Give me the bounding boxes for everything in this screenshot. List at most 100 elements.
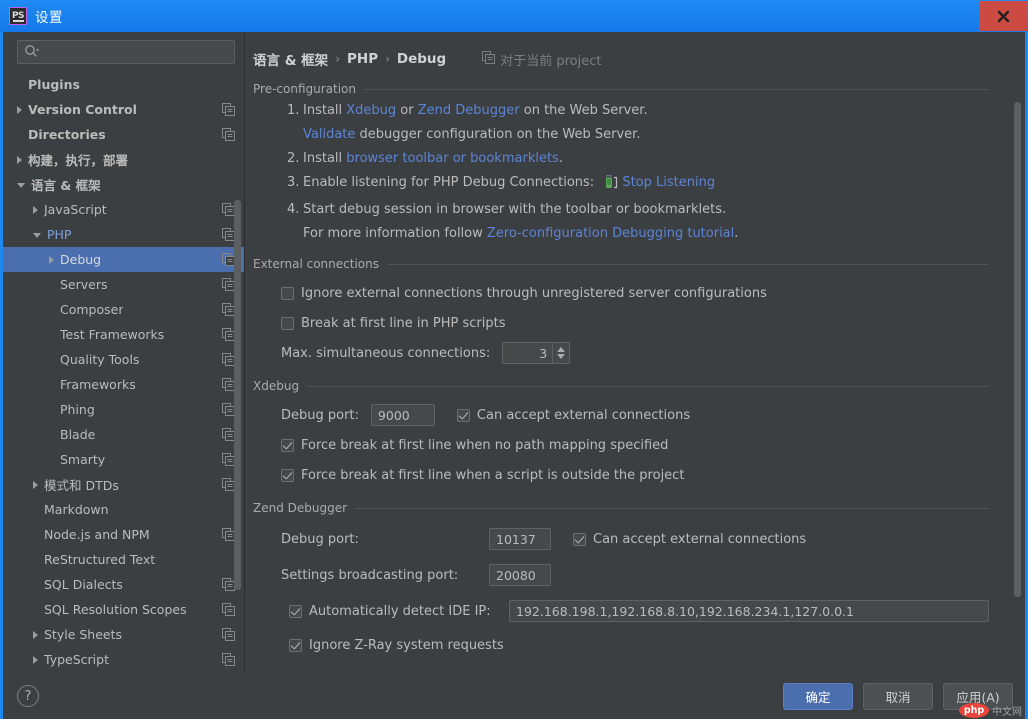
sidebar-item-label: Composer bbox=[60, 302, 124, 317]
sidebar-item-markdown[interactable]: Markdown bbox=[3, 497, 244, 522]
chevron-right-icon[interactable] bbox=[33, 205, 38, 214]
max-connections-row: Max. simultaneous connections: bbox=[253, 341, 989, 365]
stepper-up-icon[interactable] bbox=[557, 347, 566, 352]
ignore-unregistered-checkbox[interactable] bbox=[281, 286, 294, 300]
zend-can-accept-checkbox[interactable] bbox=[573, 532, 586, 546]
sidebar-item-javascript[interactable]: JavaScript bbox=[3, 197, 244, 222]
sidebar-item-label: JavaScript bbox=[44, 202, 107, 217]
copy-icon bbox=[222, 128, 235, 144]
max-connections-stepper[interactable] bbox=[502, 342, 571, 364]
cancel-button[interactable]: 取消 bbox=[863, 682, 933, 710]
sidebar-item-label: Node.js and NPM bbox=[44, 527, 150, 542]
stepper-down-icon[interactable] bbox=[557, 354, 566, 359]
tree-scrollbar[interactable] bbox=[234, 200, 241, 590]
sidebar-item-composer[interactable]: Composer bbox=[3, 297, 244, 322]
sidebar-item-plugins[interactable]: Plugins bbox=[3, 72, 244, 97]
sidebar-item-label: Version Control bbox=[28, 102, 137, 117]
sidebar-item-restructured-text[interactable]: ReStructured Text bbox=[3, 547, 244, 572]
sidebar-item-[interactable]: 语言 & 框架 bbox=[3, 172, 244, 197]
sidebar-item-label: Markdown bbox=[44, 502, 109, 517]
tutorial-line: For more information follow Zero-configu… bbox=[253, 225, 989, 243]
close-button[interactable] bbox=[979, 1, 1027, 31]
sidebar-item-test-frameworks[interactable]: Test Frameworks bbox=[3, 322, 244, 347]
sidebar-item-directories[interactable]: Directories bbox=[3, 122, 244, 147]
search-input[interactable] bbox=[44, 42, 234, 62]
sidebar-item-servers[interactable]: Servers bbox=[3, 272, 244, 297]
sidebar-item-smarty[interactable]: Smarty bbox=[3, 447, 244, 472]
watermark-logo: php bbox=[959, 703, 989, 718]
breadcrumb-item-1[interactable]: PHP bbox=[347, 51, 378, 67]
copy-icon bbox=[222, 628, 235, 644]
sidebar-item-sql-dialects[interactable]: SQL Dialects bbox=[3, 572, 244, 597]
sidebar-item-dtds[interactable]: 模式和 DTDs bbox=[3, 472, 244, 497]
breadcrumb: 语言 & 框架 › PHP › Debug 对于当前 project bbox=[245, 42, 1025, 70]
chevron-right-icon[interactable] bbox=[17, 155, 22, 164]
zend-debug-port-input[interactable] bbox=[489, 528, 551, 550]
chevron-right-icon[interactable] bbox=[33, 630, 38, 639]
xdebug-force-break-no-mapping-checkbox[interactable] bbox=[281, 438, 294, 452]
sidebar-item-style-sheets[interactable]: Style Sheets bbox=[3, 622, 244, 647]
sidebar-item-frameworks[interactable]: Frameworks bbox=[3, 372, 244, 397]
window-title: 设置 bbox=[35, 10, 63, 26]
sidebar-item-version-control[interactable]: Version Control bbox=[3, 97, 244, 122]
zend-debugger-link[interactable]: Zend Debugger bbox=[418, 103, 520, 118]
phpstorm-icon: PS bbox=[9, 7, 27, 25]
zend-debugger-header: Zend Debugger bbox=[253, 501, 989, 515]
chevron-right-icon[interactable] bbox=[33, 655, 38, 664]
zend-detected-ip-input[interactable] bbox=[509, 600, 989, 622]
xdebug-can-accept-checkbox[interactable] bbox=[456, 408, 470, 422]
max-connections-input[interactable] bbox=[503, 343, 553, 363]
chevron-right-icon[interactable] bbox=[33, 480, 38, 489]
browser-toolbar-link[interactable]: browser toolbar or bookmarklets bbox=[346, 151, 559, 166]
sidebar-item-blade[interactable]: Blade bbox=[3, 422, 244, 447]
search-container bbox=[3, 32, 244, 70]
sidebar-item-[interactable]: 构建，执行，部署 bbox=[3, 147, 244, 172]
xdebug-force-break-outside-checkbox[interactable] bbox=[281, 468, 294, 482]
break-first-line-checkbox[interactable] bbox=[281, 316, 294, 330]
zend-can-accept-label: Can accept external connections bbox=[593, 531, 807, 547]
validate-text: debugger configuration on the Web Server… bbox=[355, 127, 641, 142]
close-icon bbox=[997, 10, 1009, 22]
zend-debug-port-label: Debug port: bbox=[281, 531, 359, 547]
step-number: 4. bbox=[287, 202, 300, 217]
content-scrollbar[interactable] bbox=[1014, 102, 1021, 597]
copy-icon bbox=[222, 103, 235, 119]
ok-button[interactable]: 确定 bbox=[783, 682, 853, 710]
xdebug-link[interactable]: Xdebug bbox=[346, 103, 396, 118]
breadcrumb-item-2[interactable]: Debug bbox=[397, 51, 446, 67]
zend-port-row: Debug port: Can accept external connecti… bbox=[253, 527, 989, 551]
stepper-buttons[interactable] bbox=[552, 343, 569, 363]
sidebar-item-php[interactable]: PHP bbox=[3, 222, 244, 247]
zero-configuration-tutorial-link[interactable]: Zero-configuration Debugging tutorial bbox=[487, 226, 734, 241]
sidebar-item-label: ReStructured Text bbox=[44, 552, 156, 567]
step-text-prefix: Enable listening for PHP Debug Connectio… bbox=[303, 175, 599, 190]
sidebar-item-label: Debug bbox=[60, 252, 102, 267]
break-first-line-label: Break at first line in PHP scripts bbox=[301, 315, 506, 331]
zend-auto-detect-ip-row: Automatically detect IDE IP: bbox=[253, 599, 989, 623]
chevron-down-icon[interactable] bbox=[17, 183, 25, 188]
chevron-right-icon[interactable] bbox=[49, 255, 54, 264]
sidebar-item-quality-tools[interactable]: Quality Tools bbox=[3, 347, 244, 372]
chevron-right-icon[interactable] bbox=[17, 105, 22, 114]
zend-ignore-zray-checkbox[interactable] bbox=[289, 638, 302, 652]
copy-icon bbox=[222, 653, 235, 669]
sidebar-item-phing[interactable]: Phing bbox=[3, 397, 244, 422]
xdebug-debug-port-input[interactable] bbox=[370, 404, 435, 426]
zend-debugger-title: Zend Debugger bbox=[253, 501, 348, 515]
xdebug-force-break-no-mapping-label: Force break at first line when no path m… bbox=[301, 437, 669, 453]
zend-auto-detect-ip-checkbox[interactable] bbox=[289, 604, 302, 618]
xdebug-debug-port-label: Debug port: bbox=[281, 407, 359, 423]
listening-phone-icon bbox=[604, 174, 619, 195]
zend-broadcast-port-input[interactable] bbox=[489, 564, 551, 586]
breadcrumb-item-0[interactable]: 语言 & 框架 bbox=[253, 49, 328, 69]
sidebar-item-debug[interactable]: Debug bbox=[3, 247, 244, 272]
chevron-down-icon[interactable] bbox=[33, 233, 41, 238]
external-connections-header: External connections bbox=[253, 257, 989, 271]
sidebar-item-sql-resolution-scopes[interactable]: SQL Resolution Scopes bbox=[3, 597, 244, 622]
help-button[interactable]: ? bbox=[17, 685, 39, 707]
sidebar-item-typescript[interactable]: TypeScript bbox=[3, 647, 244, 672]
stop-listening-link[interactable]: Stop Listening bbox=[622, 175, 715, 190]
search-box[interactable] bbox=[17, 40, 235, 64]
validate-link[interactable]: Validate bbox=[303, 127, 355, 142]
sidebar-item-node-js-and-npm[interactable]: Node.js and NPM bbox=[3, 522, 244, 547]
